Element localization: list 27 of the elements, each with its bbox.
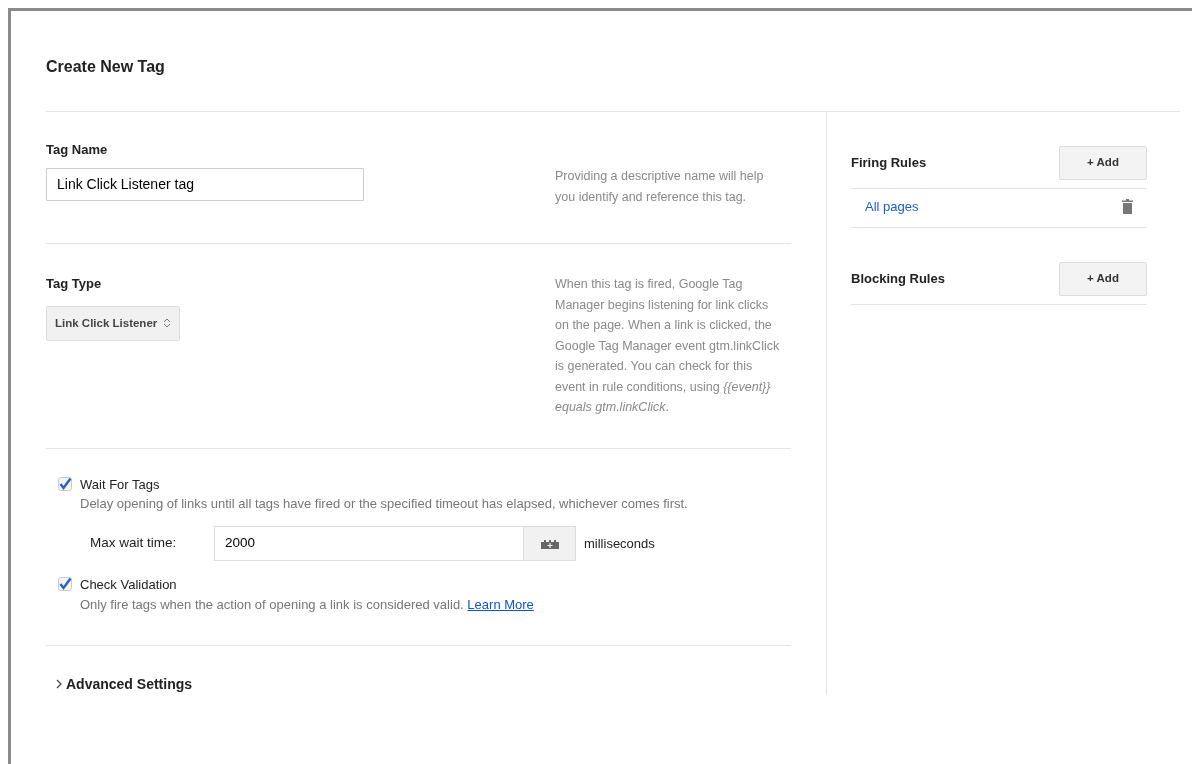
section-title: Blocking Rules <box>851 269 945 288</box>
tag-name-field[interactable]: Link Click Listener tag <box>46 167 364 201</box>
tag-type-select[interactable]: Link Click Listener <box>46 305 181 341</box>
unit-label: milliseconds <box>584 534 655 553</box>
checkbox[interactable] <box>58 577 72 591</box>
rule-link[interactable]: All pages <box>865 197 919 217</box>
add-button[interactable]: + Add <box>1059 146 1147 180</box>
field-label: Tag Type <box>46 275 103 293</box>
option-description: Only fire tags when the action of opening a link is considered valid. Learn More <box>80 595 534 614</box>
option-label: Wait For Tags <box>80 475 161 494</box>
section-title: Firing Rules <box>851 154 927 173</box>
learn-more-link[interactable]: Learn More <box>467 596 534 612</box>
checkbox[interactable] <box>58 476 72 491</box>
advanced-settings-toggle[interactable]: Advanced Settings <box>56 673 193 695</box>
field-label: Max wait time: <box>90 534 178 553</box>
updown-caret-icon <box>163 317 172 330</box>
option-description: Delay opening of links until all tags have fired or the specified timeout has elapsed, whichever comes first. <box>80 495 688 513</box>
add-button[interactable]: + Add <box>1059 261 1147 296</box>
option-label: Check Validation <box>80 576 178 594</box>
field-label: Tag Name <box>46 141 109 159</box>
page-title: Create New Tag <box>46 57 166 77</box>
macro-button[interactable] <box>524 526 576 561</box>
help-text: When this tag is fired, Google Tag Manager begins listening for link clicks on the page. When a link is clicked, the Google Tag Manager event gtm.linkClick is generated. You can check for this event in rule conditions, using {{event}} equals gtm.linkClick. <box>555 276 781 416</box>
trash-icon[interactable] <box>1122 199 1133 215</box>
brick-icon <box>540 538 559 549</box>
max-wait-field[interactable]: 2000 <box>214 526 524 561</box>
help-text: Providing a descriptive name will help you identify and reference this tag. <box>555 168 765 206</box>
